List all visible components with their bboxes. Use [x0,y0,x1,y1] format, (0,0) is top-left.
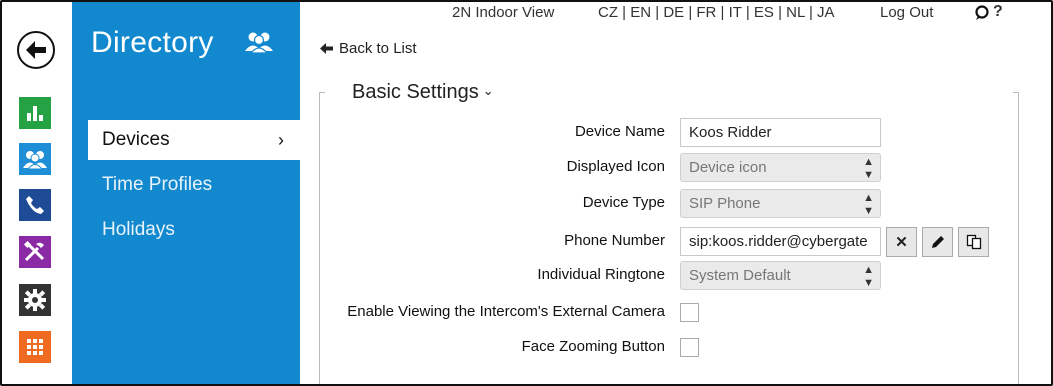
displayed-icon-select[interactable]: Device icon ▲ ▼ [680,153,881,182]
lang-es[interactable]: ES [754,4,774,21]
lang-ja[interactable]: JA [817,4,835,21]
lang-en[interactable]: EN [630,4,651,21]
ringtone-value: System Default [689,267,791,284]
sidebar-title: Directory [91,26,214,59]
language-switcher: CZ | EN | DE | FR | IT | ES | NL | JA [598,4,835,21]
copy-button[interactable] [958,227,989,257]
device-name-input[interactable] [680,118,881,147]
directory-icon[interactable] [19,143,51,175]
sidebar-item-holidays[interactable]: Holidays [72,210,300,250]
select-arrows-icon: ▲ ▼ [863,156,874,181]
gear-icon[interactable] [19,284,51,316]
external-camera-label: Enable Viewing the Intercom's External C… [347,303,665,320]
sidebar-item-label: Time Profiles [102,174,213,195]
pencil-icon [931,236,944,248]
sidebar-item-label: Holidays [102,219,175,240]
chevron-down-icon: ⌄ [482,83,494,98]
edit-button[interactable] [922,227,953,257]
displayed-icon-value: Device icon [689,159,767,176]
displayed-icon-label: Displayed Icon [566,158,665,175]
section-title: Basic Settings [352,81,479,103]
select-arrows-icon: ▲ ▼ [863,192,874,217]
arrow-left-icon [26,41,46,59]
device-name-label: Device Name [574,123,665,140]
icon-rail [2,2,72,384]
clear-button[interactable]: ✕ [886,227,917,257]
back-to-list-label: Back to List [339,40,417,57]
basic-settings-toggle[interactable]: Basic Settings ⌄ [352,81,494,104]
tools-icon[interactable] [19,236,51,268]
logout-link[interactable]: Log Out [880,4,933,21]
back-arrow-icon [320,43,333,54]
phone-number-input[interactable] [680,227,881,256]
chat-icon[interactable] [974,5,990,25]
external-camera-checkbox[interactable] [680,303,699,322]
phone-icon[interactable] [19,189,51,221]
lang-de[interactable]: DE [663,4,684,21]
directory-sidebar: Directory Devices › Time Profiles Holida… [72,2,300,384]
sidebar-item-label: Devices [102,129,170,150]
copy-icon [966,234,981,250]
ringtone-select[interactable]: System Default ▲ ▼ [680,261,881,290]
app-frame: Directory Devices › Time Profiles Holida… [0,0,1053,386]
sidebar-item-time-profiles[interactable]: Time Profiles [72,165,300,205]
device-type-value: SIP Phone [689,195,761,212]
panel-border-left [319,92,325,384]
chevron-right-icon: › [278,130,284,150]
back-button[interactable] [17,31,55,69]
sidebar-item-devices[interactable]: Devices › [88,120,300,160]
panel-border-right [1013,92,1019,384]
device-type-label: Device Type [582,194,665,211]
phone-number-label: Phone Number [564,232,665,249]
device-type-select[interactable]: SIP Phone ▲ ▼ [680,189,881,218]
top-bar: 2N Indoor View CZ | EN | DE | FR | IT | … [300,2,1051,26]
lang-fr[interactable]: FR [696,4,716,21]
help-link[interactable]: ? [993,3,1003,21]
app-name: 2N Indoor View [452,4,555,21]
grid-icon[interactable] [19,331,51,363]
back-to-list-link[interactable]: Back to List [320,40,417,57]
lang-it[interactable]: IT [729,4,742,21]
ringtone-label: Individual Ringtone [537,266,665,283]
directory-icon [244,30,274,59]
face-zoom-checkbox[interactable] [680,338,699,357]
lang-cz[interactable]: CZ [598,4,618,21]
face-zoom-label: Face Zooming Button [521,338,665,355]
lang-nl[interactable]: NL [786,4,805,21]
statistics-icon[interactable] [19,97,51,129]
select-arrows-icon: ▲ ▼ [863,264,874,289]
close-icon: ✕ [895,234,908,251]
